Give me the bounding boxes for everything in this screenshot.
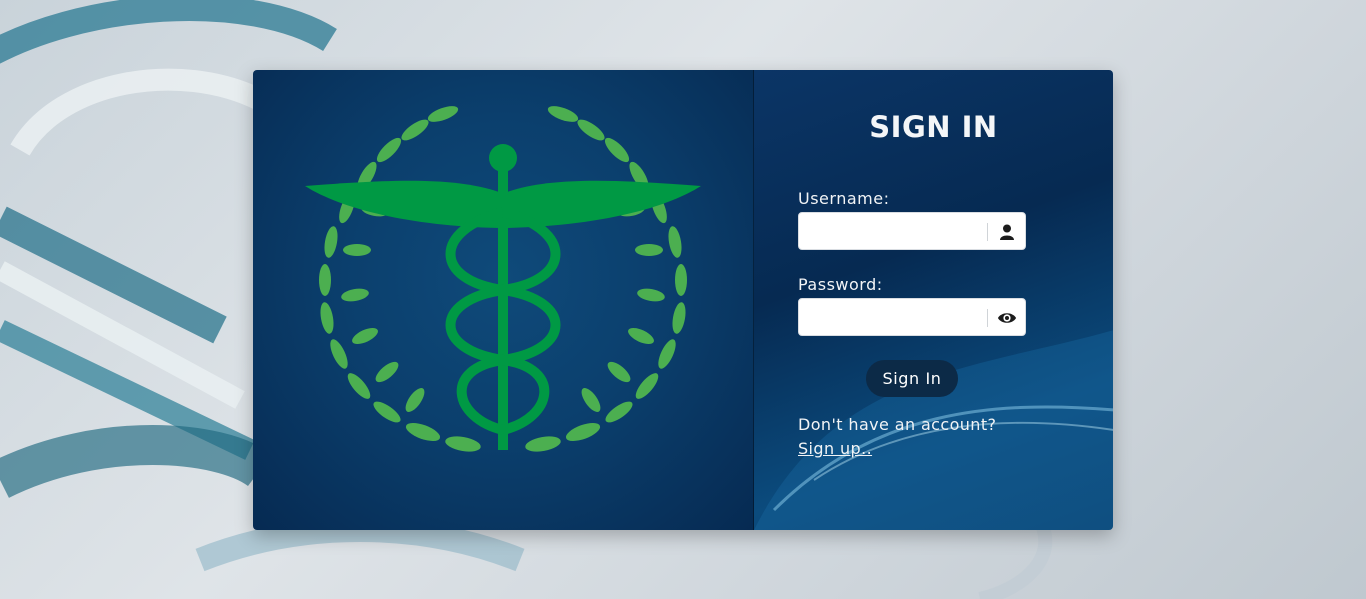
emblem-panel [253, 70, 754, 530]
caduceus-laurel-emblem-icon [305, 106, 701, 452]
password-input[interactable] [805, 303, 989, 333]
no-account-text: Don't have an account? [798, 415, 997, 434]
signup-link[interactable]: Sign up.. [798, 439, 872, 458]
field-divider [987, 223, 988, 241]
username-label: Username: [798, 189, 890, 208]
login-card: SIGN IN Username: Password: Sign In Don'… [253, 70, 1113, 530]
user-icon [997, 222, 1017, 242]
password-label: Password: [798, 275, 883, 294]
eye-icon[interactable] [997, 308, 1017, 328]
username-field[interactable] [798, 212, 1026, 250]
signin-button[interactable]: Sign In [866, 360, 958, 397]
signin-panel: SIGN IN Username: Password: Sign In Don'… [754, 70, 1113, 530]
page-title: SIGN IN [869, 110, 998, 144]
username-input[interactable] [805, 217, 989, 247]
field-divider [987, 309, 988, 327]
password-field[interactable] [798, 298, 1026, 336]
